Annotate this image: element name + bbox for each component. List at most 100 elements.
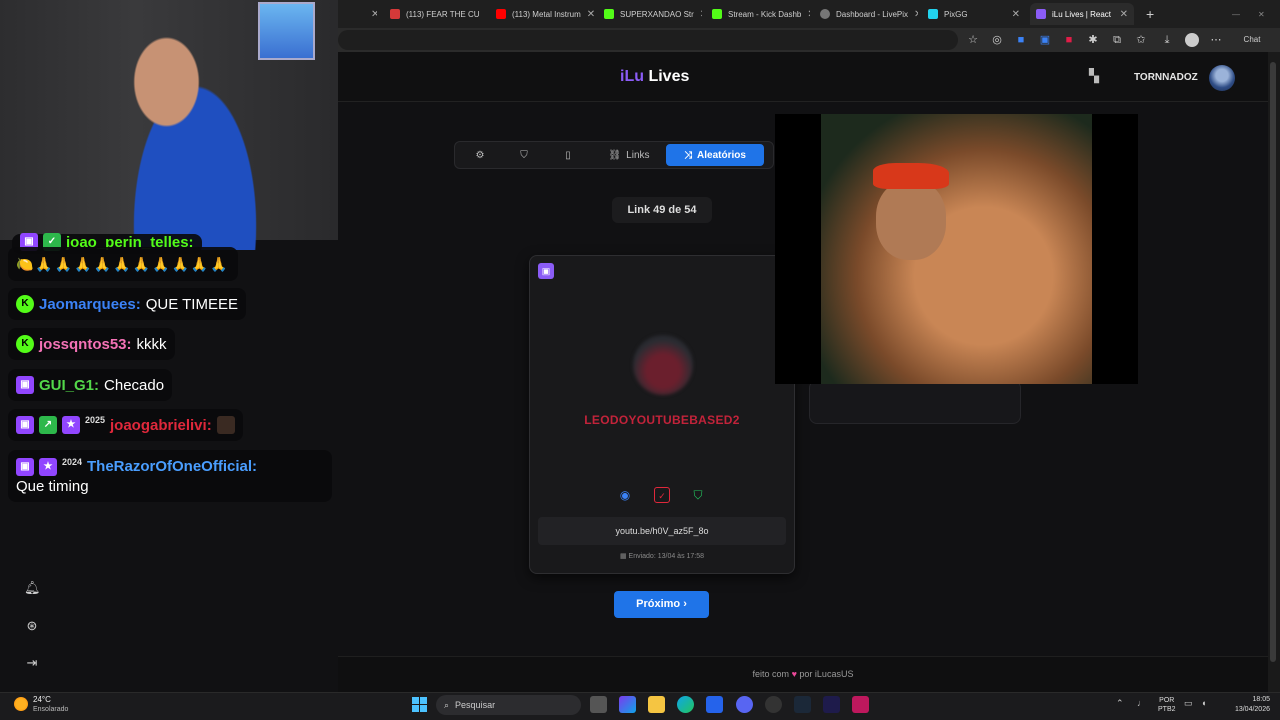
favorites-icon[interactable]: ✩	[1134, 33, 1148, 47]
sword-badge-icon: ↗	[39, 416, 57, 434]
edge-icon[interactable]	[677, 696, 694, 713]
copilot-chat-button[interactable]: Chat	[1234, 33, 1270, 47]
next-button[interactable]: Próximo ›	[614, 591, 709, 618]
pixgg-icon	[928, 9, 938, 19]
app-header	[338, 52, 1268, 102]
task-view-icon[interactable]	[590, 696, 607, 713]
minimize-icon[interactable]: —	[1226, 3, 1240, 25]
sender-name: LEODOYOUTUBEBASED2	[584, 413, 740, 427]
discord-icon[interactable]	[736, 696, 753, 713]
close-icon[interactable]: ✕	[1120, 9, 1128, 20]
store-icon[interactable]	[706, 696, 723, 713]
emote-icon	[216, 416, 235, 434]
heart-icon: ♥	[791, 669, 797, 679]
dashboard-icon[interactable]: ▚	[1085, 68, 1103, 86]
close-icon[interactable]: ✕	[700, 9, 702, 20]
browser-tab-3[interactable]: SUPERXANDAO Str ✕	[598, 3, 702, 25]
windows-taskbar	[0, 692, 1280, 720]
scrollbar-thumb[interactable]	[1270, 62, 1276, 662]
footer-credit: feito com ♥ por iLucasUS	[752, 669, 854, 679]
steam-icon[interactable]	[794, 696, 811, 713]
weather-temperature[interactable]: 24°C	[33, 695, 51, 704]
tab-title: Stream - Kick Dashb	[728, 9, 802, 19]
link-url[interactable]: youtu.be/h0V_az5F_8o	[538, 517, 786, 545]
close-icon[interactable]: ✕	[1012, 9, 1020, 20]
close-icon[interactable]: ✕	[587, 9, 594, 20]
logout-icon[interactable]: ⇥	[24, 655, 40, 671]
tab-title: (113) Metal Instrum	[512, 9, 581, 19]
copilot-icon[interactable]	[619, 696, 636, 713]
weather-sun-icon[interactable]	[14, 697, 28, 711]
browser-tab-5[interactable]: Dashboard - LivePix ✕	[814, 3, 918, 25]
calendar-icon: ▦	[619, 553, 627, 560]
tab-title: (113) FEAR THE CU	[406, 9, 480, 19]
close-icon[interactable]: ✕	[486, 9, 487, 20]
profile-avatar-icon[interactable]	[1185, 33, 1199, 47]
close-window-icon[interactable]: ✕	[1252, 3, 1266, 25]
ilu-lives-icon	[1036, 9, 1046, 19]
tray-expand-icon[interactable]: ⌃	[1116, 698, 1124, 709]
search-icon: ⌕	[444, 699, 450, 710]
weather-description[interactable]: Ensolarado	[33, 706, 68, 713]
pdf-extension-icon[interactable]: ■	[1062, 33, 1076, 47]
file-explorer-icon[interactable]	[648, 696, 665, 713]
avatar[interactable]	[1209, 65, 1235, 91]
language-indicator[interactable]: POR PTB2	[1158, 696, 1176, 714]
close-icon[interactable]: ✕	[807, 9, 810, 20]
close-icon[interactable]: ✕	[914, 9, 918, 20]
view-eye-icon[interactable]: ◉	[617, 487, 633, 503]
more-menu-icon[interactable]: ⋯	[1209, 33, 1223, 47]
network-icon[interactable]: ▭	[1184, 698, 1193, 709]
browser-tab-6[interactable]: PixGG ✕	[922, 3, 1026, 25]
browser-tab-4[interactable]: Stream - Kick Dashb ✕	[706, 3, 810, 25]
kick-icon	[604, 9, 614, 19]
download-icon[interactable]: ⤓	[1160, 33, 1174, 47]
extension-icon[interactable]: ◎	[990, 33, 1004, 47]
twitch-icon: ▣	[538, 263, 554, 279]
system-clock[interactable]: 18:05 13/04/2026	[1222, 695, 1270, 715]
chat-message: ▣ ★ 2024 TheRazorOfOneOfficial: Que timi…	[8, 450, 332, 502]
microphone-icon[interactable]: ♩	[1137, 698, 1146, 708]
mark-checked-icon[interactable]: ✓	[654, 487, 670, 503]
video-subject-bandana	[873, 163, 949, 189]
tab-random[interactable]: ⤨ Aleatórios	[666, 144, 764, 166]
tab-close-button[interactable]: ✕	[365, 3, 377, 25]
help-icon[interactable]: ⊛	[24, 618, 40, 634]
favorite-star-icon[interactable]: ☆	[966, 33, 980, 47]
obs-icon[interactable]	[765, 696, 782, 713]
tab-title: SUPERXANDAO Str	[620, 9, 694, 19]
shield-extension-icon[interactable]: ■	[1014, 33, 1028, 47]
tab-favicon-icon	[390, 9, 400, 19]
year-badge: 2025	[85, 415, 106, 425]
app-icon[interactable]	[823, 696, 840, 713]
tab-title: iLu Lives | React	[1052, 9, 1111, 19]
shield-filter-icon[interactable]: ⛉	[512, 144, 536, 166]
browser-tab-active[interactable]: iLu Lives | React ✕	[1030, 3, 1134, 25]
app-icon[interactable]	[852, 696, 869, 713]
new-tab-button[interactable]: +	[1140, 3, 1158, 25]
puzzle-icon[interactable]: ✱	[1086, 33, 1100, 47]
approve-shield-icon[interactable]: ⛉	[690, 487, 706, 503]
bell-icon[interactable]: 🔔︎	[24, 580, 41, 596]
taskbar-search[interactable]: ⌕ Pesquisar	[436, 695, 581, 715]
split-screen-icon[interactable]: ⧉	[1110, 33, 1124, 47]
livepix-icon	[820, 9, 830, 19]
tab-links[interactable]: ⛓ Links	[598, 144, 660, 166]
browser-tab-2[interactable]: (113) Metal Instrum ✕	[490, 3, 594, 25]
wall-poster	[258, 2, 315, 60]
volume-icon[interactable]: ◖	[1201, 698, 1206, 708]
translate-icon[interactable]: ▣	[1038, 33, 1052, 47]
star-badge-icon: ★	[39, 457, 57, 476]
video-frame	[821, 114, 1092, 384]
kick-icon: K	[16, 335, 34, 353]
star-badge-icon: ★	[62, 416, 80, 434]
start-button[interactable]	[412, 697, 427, 712]
settings-gear-icon[interactable]: ⚙	[468, 144, 492, 166]
browser-tab-1[interactable]: (113) FEAR THE CU ✕	[384, 3, 486, 25]
address-bar[interactable]	[338, 30, 958, 50]
chat-message: ▣ ↗ ★ 2025 joaogabrielivi:	[8, 409, 243, 441]
twitch-icon: ▣	[16, 416, 34, 434]
username-label[interactable]: TORNNADOZ	[1134, 72, 1198, 83]
device-icon[interactable]: ▯	[556, 144, 580, 166]
app-logo[interactable]: iLu Lives	[620, 68, 689, 86]
